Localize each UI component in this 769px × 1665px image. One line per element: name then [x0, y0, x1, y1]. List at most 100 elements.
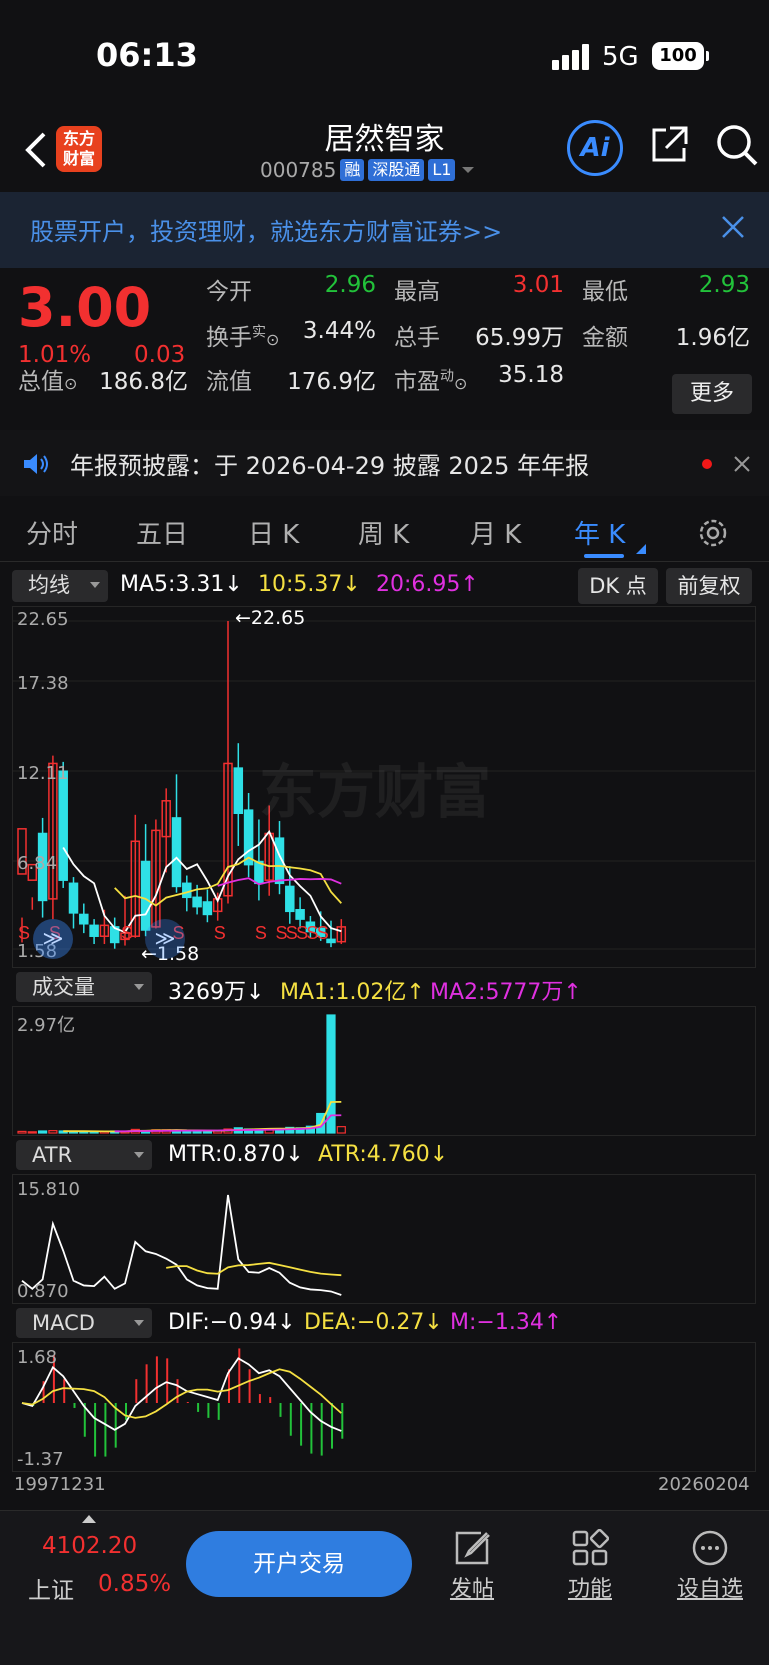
notice-bar[interactable]: 年报预披露：于 2026-04-29 披露 2025 年年报 — [0, 430, 769, 496]
start-date: 19971231 — [14, 1474, 106, 1495]
function-button[interactable]: 功能 — [550, 1529, 630, 1603]
atr-chart[interactable]: 15.810 0.870 — [12, 1174, 756, 1304]
expand-left-icon[interactable]: ≫ — [33, 919, 73, 959]
ma10-value: 10:5.37↓ — [258, 572, 361, 597]
candle-body — [233, 767, 244, 815]
atr-min-label: 0.870 — [17, 1281, 69, 1302]
amount-value: 1.96亿 — [675, 325, 750, 351]
candle-body — [140, 860, 151, 931]
macd-select[interactable]: MACD — [16, 1308, 152, 1338]
volume-select[interactable]: 成交量 — [16, 972, 152, 1002]
kline-chart[interactable]: SSSSSSSSSSS 东方财富 22.65 17.38 12.11 6.84 … — [12, 606, 756, 968]
high-value: 3.01 — [512, 272, 564, 298]
dk-point-button[interactable]: DK 点 — [578, 568, 658, 604]
close-icon[interactable] — [718, 212, 748, 242]
more-button[interactable]: 更多 — [672, 374, 752, 414]
macd-chart[interactable]: 1.68 -1.37 — [12, 1342, 756, 1472]
macd-svg — [21, 1348, 344, 1457]
open-value: 2.96 — [324, 272, 376, 298]
candle-body — [182, 882, 192, 899]
ma-select[interactable]: 均线 — [12, 570, 108, 602]
candle-body — [192, 896, 202, 908]
mtr-value: MTR:0.870↓ — [168, 1142, 304, 1167]
volume-label: 总手 — [394, 325, 440, 351]
volume-max-label: 2.97亿 — [17, 1015, 76, 1036]
tab-yearly-k[interactable]: 年 K — [574, 514, 625, 551]
post-button[interactable]: 发帖 — [432, 1529, 512, 1603]
open-trade-button[interactable]: 开户交易 — [186, 1531, 412, 1597]
tab-intraday[interactable]: 分时 — [26, 514, 78, 551]
tab-monthly-k[interactable]: 月 K — [470, 514, 521, 551]
float-value: 176.9亿 — [287, 369, 376, 395]
ma20-value: 20:6.95↑ — [376, 572, 479, 597]
expand-up-icon[interactable] — [82, 1513, 96, 1523]
period-tabs: 分时 五日 日 K 周 K 月 K 年 K — [0, 500, 769, 562]
candle-body — [295, 909, 305, 920]
promo-banner[interactable]: 股票开户，投资理财，就选东方财富证券>> — [0, 192, 769, 268]
y-axis-label: 17.38 — [17, 673, 69, 694]
open-label: 今开 — [206, 279, 252, 305]
volume-ma1-line — [63, 1100, 342, 1133]
candle-body — [89, 924, 99, 937]
sell-signal: S — [214, 923, 226, 943]
candle-body — [68, 882, 79, 914]
stock-code-line[interactable]: 000785 融 深股通 L1 — [260, 158, 477, 182]
volume-value: 65.99万 — [475, 325, 564, 351]
pe-value: 35.18 — [498, 362, 564, 388]
stock-code: 000785 — [260, 158, 337, 182]
candle-body — [58, 770, 68, 881]
notice-text: 年报预披露：于 2026-04-29 披露 2025 年年报 — [70, 452, 590, 480]
high-marker: ←22.65 — [235, 607, 306, 629]
tab-daily-k[interactable]: 日 K — [248, 514, 299, 551]
volume-value: 3269万↓ — [168, 980, 265, 1005]
network-type: 5G — [602, 42, 639, 72]
price-adjust-button[interactable]: 前复权 — [666, 568, 752, 604]
close-icon[interactable] — [732, 454, 752, 474]
watermark: 东方财富 — [259, 758, 492, 826]
expand-right-icon[interactable]: ≫ — [145, 919, 185, 959]
share-icon[interactable] — [648, 124, 690, 166]
sell-signal: S — [18, 923, 30, 943]
add-watchlist-button[interactable]: 设自选 — [670, 1529, 750, 1603]
mcap-label: 总值⊙ — [18, 369, 78, 395]
atr-select[interactable]: ATR — [16, 1140, 152, 1170]
ai-button[interactable]: Ai — [567, 120, 623, 176]
volume-svg — [17, 1014, 346, 1134]
volume-bar — [27, 1131, 37, 1134]
margin-tag: 融 — [340, 159, 365, 181]
float-label: 流值 — [206, 369, 252, 395]
promo-text: 股票开户，投资理财，就选东方财富证券>> — [30, 218, 503, 246]
settings-gear-icon[interactable] — [696, 516, 730, 550]
current-price: 3.00 — [18, 276, 152, 339]
volume-bar — [336, 1126, 346, 1134]
more-dots-icon — [692, 1530, 728, 1566]
end-date: 20260204 — [658, 1474, 750, 1495]
dif-value: DIF:−0.94↓ — [168, 1310, 296, 1335]
mcap-value: 186.8亿 — [99, 369, 188, 395]
sell-signal: S — [121, 923, 133, 943]
macd-min-label: -1.37 — [17, 1449, 64, 1470]
tab-five-day[interactable]: 五日 — [136, 514, 188, 551]
clock: 06:13 — [96, 36, 198, 74]
volume-ma2: MA2:5777万↑ — [430, 980, 582, 1005]
index-percent: 0.85% — [98, 1571, 172, 1597]
dea-value: DEA:−0.27↓ — [304, 1310, 443, 1335]
high-label: 最高 — [394, 279, 440, 305]
ma5-value: MA5:3.31↓ — [120, 572, 243, 597]
turnover-label: 换手实⊙ — [206, 324, 280, 351]
volume-bar — [38, 1130, 48, 1134]
signal-icon — [552, 44, 592, 70]
search-icon[interactable] — [714, 122, 760, 168]
speaker-icon — [24, 454, 48, 474]
candle-body — [243, 809, 254, 866]
y-axis-label: 6.84 — [17, 853, 58, 874]
candle-body — [202, 901, 213, 916]
stock-header: 东方 财富 居然智家 000785 融 深股通 L1 Ai — [0, 110, 769, 192]
grid-icon — [572, 1529, 609, 1566]
index-value: 4102.20 — [42, 1533, 138, 1559]
unread-dot — [702, 459, 712, 469]
mtr-line — [21, 1194, 342, 1296]
atr-svg — [21, 1194, 342, 1296]
tab-weekly-k[interactable]: 周 K — [358, 514, 409, 551]
volume-chart[interactable]: 2.97亿 — [12, 1006, 756, 1136]
